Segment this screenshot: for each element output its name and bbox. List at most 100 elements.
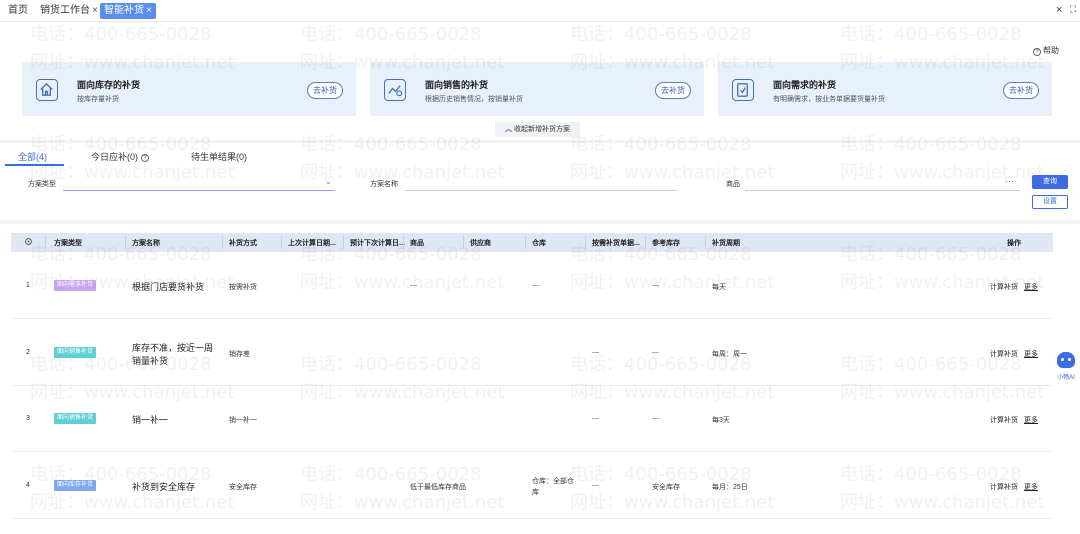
- col-plan-type: 方案类型: [54, 240, 82, 247]
- product-input[interactable]: ···: [745, 175, 1020, 191]
- plan-demand-doc: —: [592, 415, 599, 422]
- plan-method: 销存差: [229, 351, 250, 358]
- plan-ref-stock: —: [652, 282, 659, 289]
- collapse-new-plan-button[interactable]: ︽ 收起新增补货方案: [495, 122, 580, 137]
- plan-demand-doc: —: [592, 482, 599, 489]
- plan-method: 安全库存: [229, 484, 257, 491]
- row-divider: [11, 318, 1053, 319]
- plan-warehouse: 仓库：全部仓: [532, 478, 574, 485]
- tab-home-label: 首页: [8, 5, 28, 16]
- more-button[interactable]: 更多: [1024, 351, 1038, 358]
- tab-sales-workbench-label: 销货工作台: [40, 5, 90, 16]
- fullscreen-icon[interactable]: ⛶: [1070, 4, 1076, 15]
- plan-product: —: [410, 282, 417, 289]
- tab-smart-replenish[interactable]: 智能补货 ×: [100, 3, 156, 19]
- subtab-pending[interactable]: 待生单结果(0): [191, 150, 247, 163]
- tab-smart-replenish-label: 智能补货: [104, 5, 144, 16]
- plan-type-select[interactable]: ⌄: [63, 175, 335, 191]
- column-divider: [125, 236, 126, 249]
- row-divider: [11, 518, 1053, 519]
- plan-type-tag: 面向库存补货: [54, 480, 97, 491]
- col-ref-stock: 参考库存: [652, 240, 680, 247]
- column-divider: [705, 236, 706, 249]
- row-index: 4: [26, 482, 30, 489]
- plan-cycle: 每3天: [712, 417, 730, 424]
- row-actions: 计算补货 更多: [990, 282, 1038, 292]
- tab-sales-workbench[interactable]: 销货工作台 ×: [36, 3, 102, 19]
- more-button[interactable]: 更多: [1024, 484, 1038, 491]
- column-divider: [222, 236, 223, 249]
- robot-eye: [1061, 358, 1064, 361]
- query-button[interactable]: 查询: [1032, 175, 1068, 189]
- plan-cycle: 每月：25日: [712, 484, 748, 491]
- calculate-button[interactable]: 计算补货: [990, 417, 1018, 424]
- close-icon[interactable]: ×: [92, 5, 98, 16]
- card-title: 面向需求的补货: [773, 80, 837, 90]
- row-actions: 计算补货 更多: [990, 415, 1038, 425]
- help-link[interactable]: ? 帮助: [1033, 45, 1059, 56]
- row-divider: [11, 385, 1053, 386]
- window-close-icon[interactable]: ×: [1056, 4, 1062, 16]
- settings-gear-icon[interactable]: [24, 237, 33, 248]
- plan-type-label: 方案类型: [28, 181, 56, 188]
- tab-home[interactable]: 首页: [4, 3, 32, 19]
- column-divider: [343, 236, 344, 249]
- plan-cycle: 每周：周一: [712, 351, 747, 358]
- plan-name: 补货到安全库存: [132, 482, 196, 492]
- calculate-button[interactable]: 计算补货: [990, 284, 1018, 291]
- card-desc: 根据历史销售情况，按销量补货: [425, 96, 523, 103]
- subtab-today-label: 今日应补(0): [91, 152, 138, 162]
- col-next-calc: 预计下次计算日...: [350, 240, 405, 247]
- column-divider: [463, 236, 464, 249]
- product-label: 商品: [726, 181, 740, 188]
- clipboard-icon: [732, 79, 754, 101]
- plan-name-input[interactable]: [405, 175, 677, 191]
- row-divider: [11, 451, 1053, 452]
- column-divider: [281, 236, 282, 249]
- settings-button[interactable]: 设置: [1032, 195, 1068, 209]
- chevron-up-icon: ︽: [505, 126, 513, 133]
- close-icon[interactable]: ×: [146, 5, 152, 16]
- subtab-all[interactable]: 全部(4): [18, 150, 47, 163]
- go-replenish-button[interactable]: 去补货: [1003, 82, 1039, 99]
- go-replenish-button[interactable]: 去补货: [655, 82, 691, 99]
- subtab-today[interactable]: 今日应补(0)?: [91, 150, 149, 163]
- ai-assistant-button[interactable]: 小畅AI: [1053, 352, 1079, 384]
- plan-product: 低于最低库存商品: [410, 484, 466, 491]
- more-button[interactable]: 更多: [1024, 284, 1038, 291]
- chart-icon: [384, 79, 406, 101]
- chevron-down-icon: ⌄: [324, 176, 332, 186]
- plan-name-line2: 销量补货: [132, 356, 169, 366]
- plan-type-tag: 面向销售补货: [54, 413, 97, 424]
- more-icon[interactable]: ···: [1005, 176, 1014, 186]
- card-title: 面向库存的补货: [77, 80, 141, 90]
- plan-method: 销一补一: [229, 417, 257, 424]
- app-root: 首页 销货工作台 × 智能补货 × × ⛶ ? 帮助 面向库存的补货 按库存量补货 去…: [0, 0, 1080, 534]
- plan-name: 根据门店要货补货: [132, 282, 205, 292]
- column-divider: [645, 236, 646, 249]
- help-label: 帮助: [1043, 46, 1059, 55]
- col-plan-name: 方案名称: [132, 240, 160, 247]
- card-sales-replenish: 面向销售的补货 根据历史销售情况，按销量补货 去补货: [370, 62, 704, 116]
- column-divider: [403, 236, 404, 249]
- col-cycle: 补货周期: [712, 240, 740, 247]
- col-method: 补货方式: [229, 240, 257, 247]
- plan-type-tag: 面向销售补货: [54, 347, 97, 358]
- robot-eye: [1068, 358, 1071, 361]
- card-title: 面向销售的补货: [425, 80, 489, 90]
- column-divider: [585, 236, 586, 249]
- calculate-button[interactable]: 计算补货: [990, 351, 1018, 358]
- plan-warehouse: —: [532, 282, 539, 289]
- tab-bar: 首页 销货工作台 × 智能补货 × × ⛶: [0, 0, 1080, 22]
- more-button[interactable]: 更多: [1024, 417, 1038, 424]
- plan-type-tag: 面向需求补货: [54, 280, 97, 291]
- collapse-label: 收起新增补货方案: [513, 126, 570, 133]
- plan-method: 按需补货: [229, 284, 257, 291]
- plan-cycle: 每天: [712, 284, 726, 291]
- go-replenish-button[interactable]: 去补货: [307, 82, 343, 99]
- plan-ref-stock: —: [652, 349, 659, 356]
- col-product: 商品: [410, 240, 424, 247]
- help-icon[interactable]: ?: [141, 154, 149, 162]
- calculate-button[interactable]: 计算补货: [990, 484, 1018, 491]
- robot-icon: [1057, 352, 1075, 368]
